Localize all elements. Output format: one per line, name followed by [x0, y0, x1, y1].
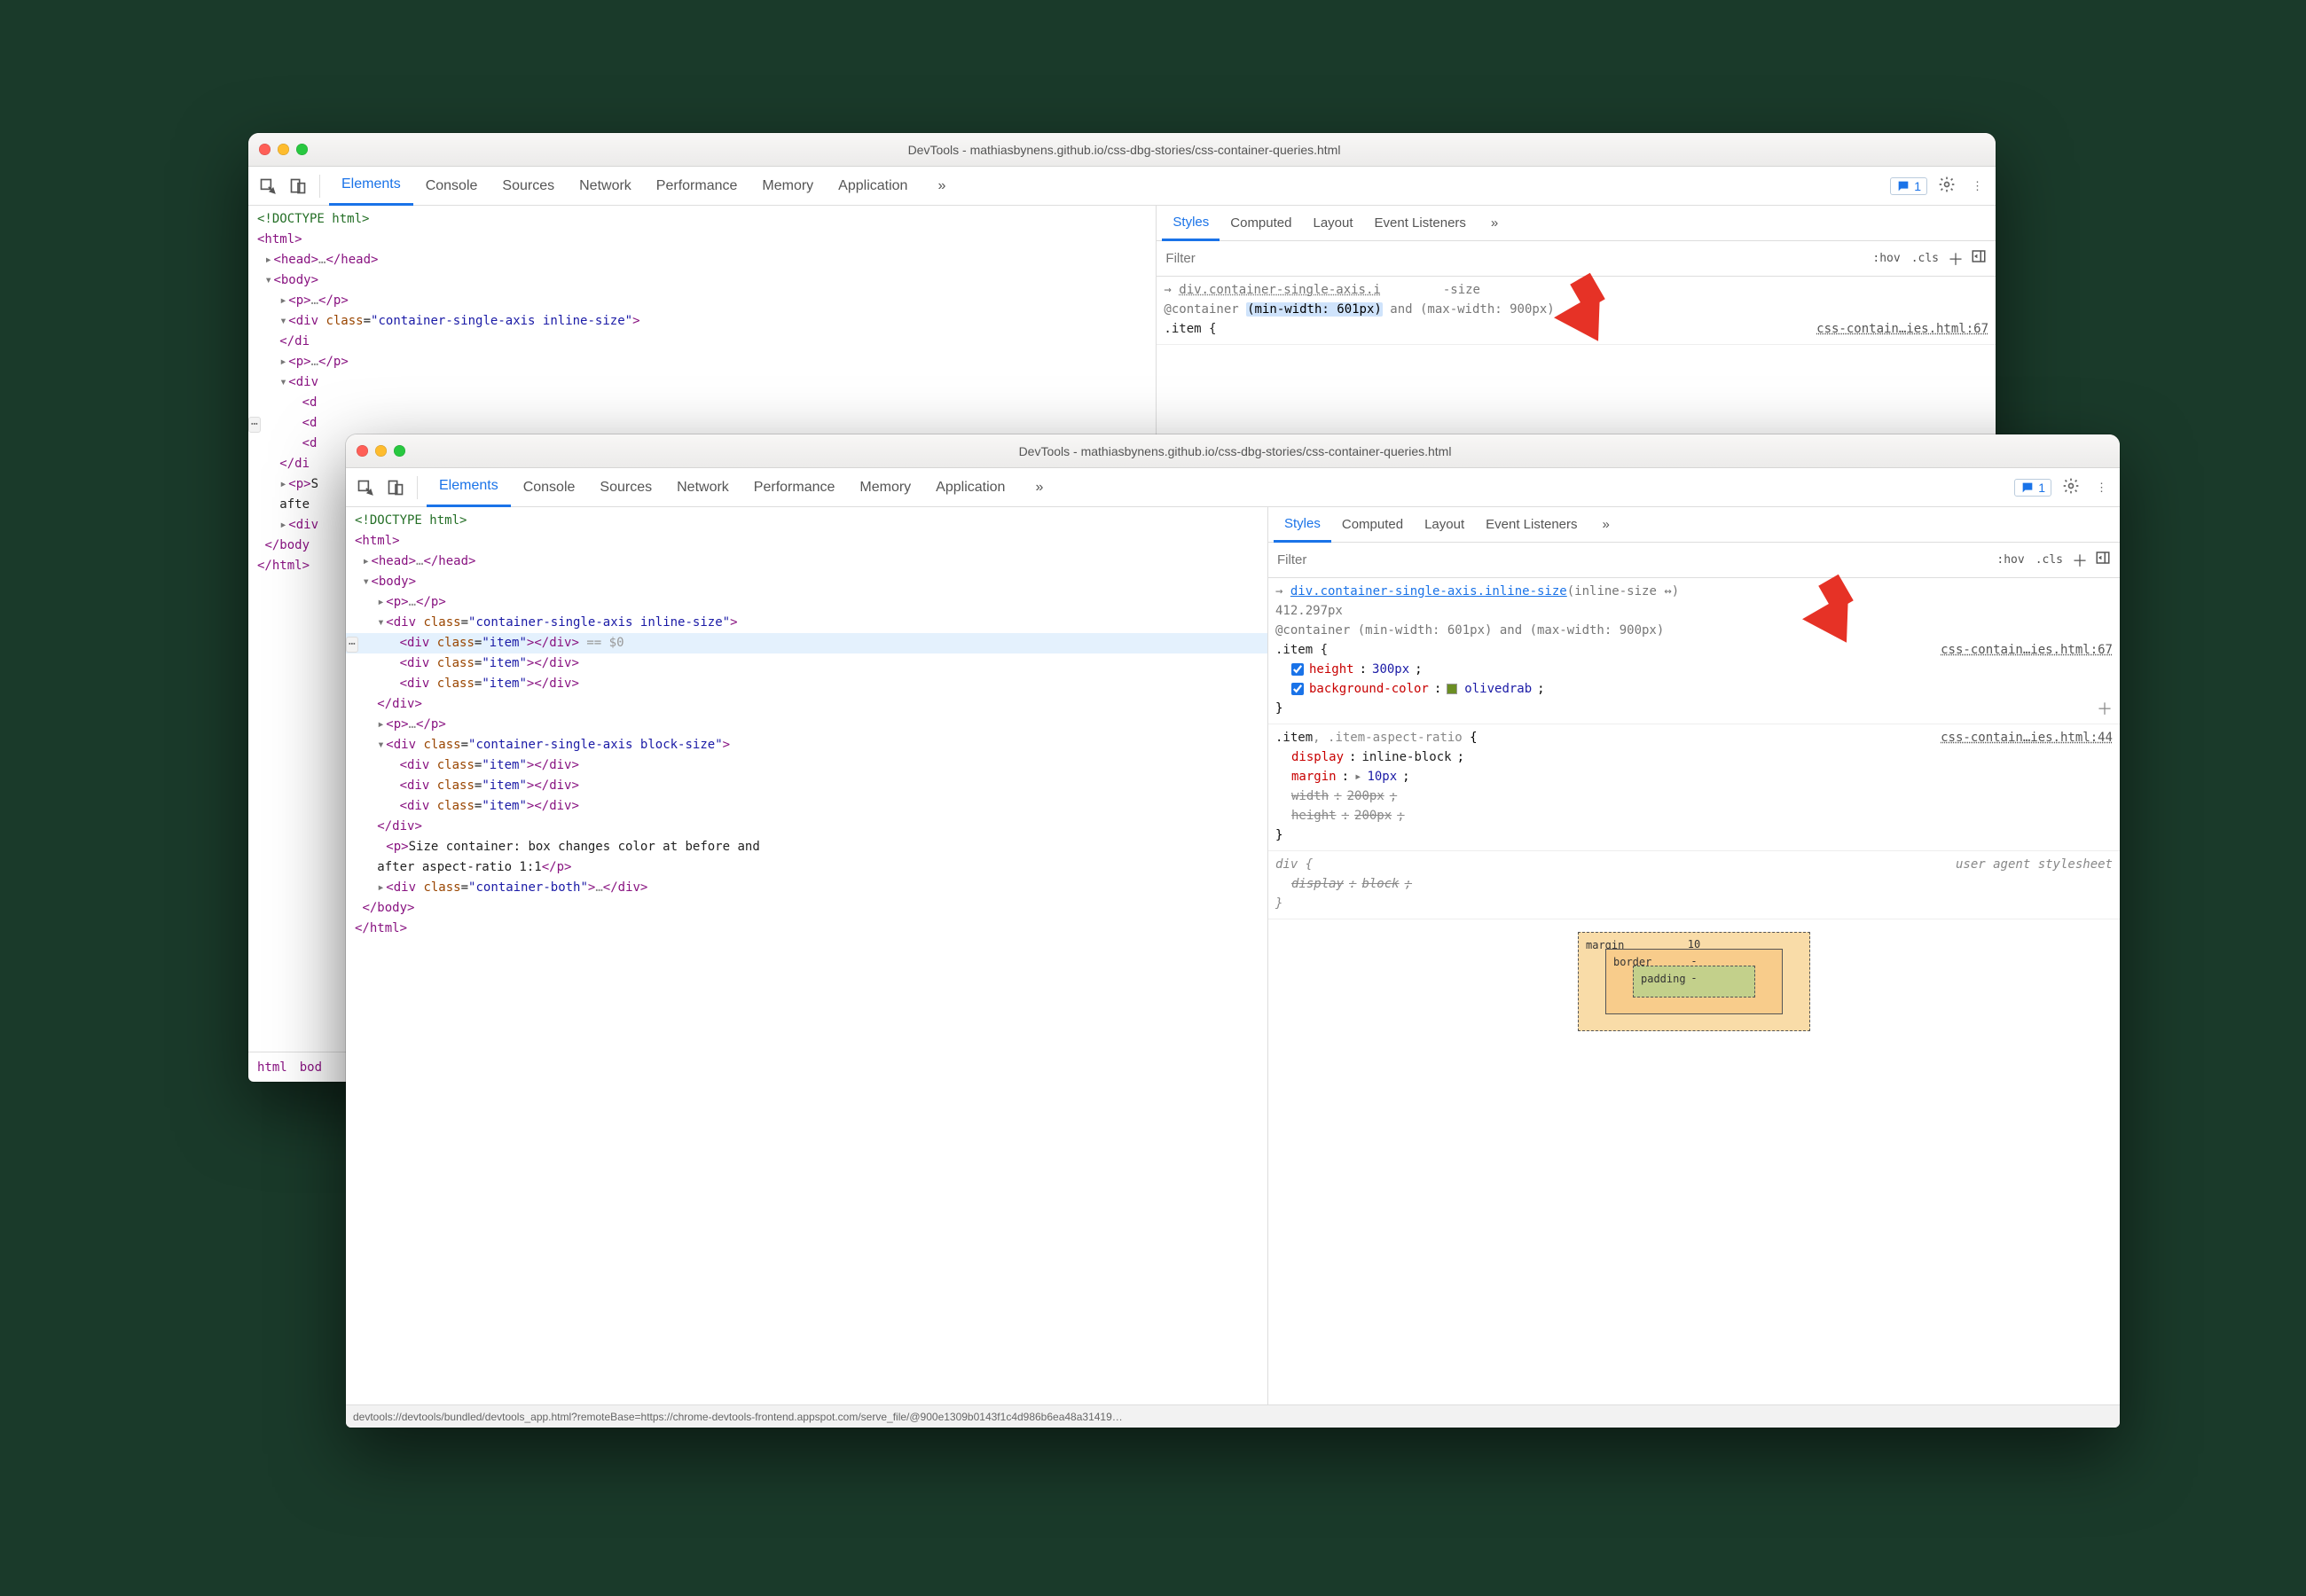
minimize-icon[interactable]	[278, 144, 289, 155]
subtabs-overflow[interactable]: »	[1592, 507, 1620, 543]
overridden-prop: width: 200px;	[1275, 786, 2113, 806]
messages-count: 1	[2038, 481, 2045, 495]
subtabs-overflow[interactable]: »	[1480, 206, 1509, 241]
window-title: DevTools - mathiasbynens.github.io/css-d…	[315, 143, 1933, 157]
traffic-lights	[357, 445, 405, 457]
new-rule-icon[interactable]: ＋	[1948, 247, 1964, 270]
subtab-layout[interactable]: Layout	[1302, 206, 1363, 241]
subtab-layout[interactable]: Layout	[1414, 507, 1475, 543]
cls-toggle[interactable]: .cls	[2034, 552, 2065, 568]
tab-elements[interactable]: Elements	[329, 167, 413, 206]
tab-elements[interactable]: Elements	[427, 468, 511, 507]
color-swatch-icon[interactable]	[1447, 684, 1457, 694]
tab-performance[interactable]: Performance	[644, 167, 750, 206]
crumb-body[interactable]: bod	[300, 1060, 322, 1075]
window-title: DevTools - mathiasbynens.github.io/css-d…	[412, 444, 2058, 458]
toggle-sidebar-icon[interactable]	[1971, 248, 1987, 269]
more-icon[interactable]: ⋮	[2090, 481, 2113, 495]
hov-toggle[interactable]: :hov	[1871, 250, 1902, 267]
tab-sources[interactable]: Sources	[587, 468, 664, 507]
close-icon[interactable]	[259, 144, 271, 155]
selected-element[interactable]: <div class="item"></div> == $0	[346, 633, 1267, 653]
filter-input[interactable]	[1165, 251, 1862, 266]
source-link[interactable]: css-contain…ies.html:67	[1941, 640, 2113, 660]
add-declaration-icon[interactable]: ＋	[2097, 700, 2113, 720]
tab-performance[interactable]: Performance	[741, 468, 848, 507]
close-icon[interactable]	[357, 445, 368, 457]
main-toolbar: ElementsConsoleSourcesNetworkPerformance…	[346, 468, 2120, 507]
traffic-lights	[259, 144, 308, 155]
panel-tabs: ElementsConsoleSourcesNetworkPerformance…	[329, 167, 920, 206]
subtab-computed[interactable]: Computed	[1331, 507, 1414, 543]
titlebar: DevTools - mathiasbynens.github.io/css-d…	[346, 434, 2120, 468]
tab-console[interactable]: Console	[413, 167, 490, 206]
minimize-icon[interactable]	[375, 445, 387, 457]
tabs-overflow[interactable]: »	[925, 167, 958, 206]
tab-network[interactable]: Network	[567, 167, 644, 206]
new-rule-icon[interactable]: ＋	[2072, 549, 2088, 572]
settings-icon[interactable]	[2057, 477, 2085, 497]
messages-badge[interactable]: 1	[2014, 479, 2051, 497]
tabs-overflow[interactable]: »	[1023, 468, 1055, 507]
zoom-icon[interactable]	[394, 445, 405, 457]
styles-pane[interactable]: → div.container-single-axis.inline-size(…	[1268, 578, 2120, 1404]
main-toolbar: ElementsConsoleSourcesNetworkPerformance…	[248, 167, 1996, 206]
resize-icon: ↔	[1664, 584, 1671, 598]
overridden-prop: height: 200px;	[1275, 806, 2113, 825]
prop-toggle[interactable]	[1291, 663, 1304, 676]
subtab-event-listeners[interactable]: Event Listeners	[1475, 507, 1588, 543]
device-icon[interactable]	[383, 475, 408, 500]
source-link[interactable]: css-contain…ies.html:67	[1816, 319, 1988, 339]
subtab-event-listeners[interactable]: Event Listeners	[1364, 206, 1477, 241]
bm-padding-top: -	[1690, 968, 1697, 988]
source-link[interactable]: css-contain…ies.html:44	[1941, 728, 2113, 747]
subtab-styles[interactable]: Styles	[1274, 507, 1331, 543]
messages-count: 1	[1914, 179, 1921, 193]
tab-application[interactable]: Application	[923, 468, 1017, 507]
annotation-arrow-icon	[1561, 301, 1614, 344]
overridden-prop: display: block;	[1275, 874, 2113, 894]
hov-toggle[interactable]: :hov	[1995, 552, 2026, 568]
gutter-ellipsis-icon[interactable]: ⋯	[346, 637, 358, 653]
subtab-computed[interactable]: Computed	[1220, 206, 1302, 241]
titlebar: DevTools - mathiasbynens.github.io/css-d…	[248, 133, 1996, 167]
status-bar: devtools://devtools/bundled/devtools_app…	[346, 1404, 2120, 1428]
zoom-icon[interactable]	[296, 144, 308, 155]
more-icon[interactable]: ⋮	[1966, 179, 1988, 193]
gutter-ellipsis-icon[interactable]: ⋯	[248, 417, 261, 433]
box-model[interactable]: margin 10 border - padding -	[1268, 919, 2120, 1031]
tab-sources[interactable]: Sources	[490, 167, 567, 206]
annotation-arrow-icon	[1809, 603, 1863, 645]
inspect-icon[interactable]	[353, 475, 378, 500]
bm-padding-label: padding	[1641, 969, 1686, 989]
tab-memory[interactable]: Memory	[847, 468, 923, 507]
styles-subtabs: StylesComputedLayoutEvent Listeners »	[1157, 206, 1996, 241]
panel-tabs: ElementsConsoleSourcesNetworkPerformance…	[427, 468, 1017, 507]
prop-toggle[interactable]	[1291, 683, 1304, 695]
toggle-sidebar-icon[interactable]	[2095, 550, 2111, 570]
settings-icon[interactable]	[1933, 176, 1961, 196]
messages-badge[interactable]: 1	[1890, 177, 1927, 195]
crumb-html[interactable]: html	[257, 1060, 287, 1075]
styles-subtabs: StylesComputedLayoutEvent Listeners »	[1268, 507, 2120, 543]
container-size: 412.297px	[1275, 601, 2113, 621]
cls-toggle[interactable]: .cls	[1910, 250, 1941, 267]
ua-stylesheet-label: user agent stylesheet	[1956, 855, 2113, 874]
filter-input[interactable]	[1277, 552, 1986, 567]
tab-network[interactable]: Network	[664, 468, 741, 507]
tab-application[interactable]: Application	[826, 167, 920, 206]
container-origin-link[interactable]: div.container-single-axis.inline-size	[1290, 584, 1567, 598]
subtab-styles[interactable]: Styles	[1162, 206, 1220, 241]
tab-memory[interactable]: Memory	[749, 167, 826, 206]
tab-console[interactable]: Console	[511, 468, 588, 507]
container-rule: @container (min-width: 601px) and (max-w…	[1275, 621, 2113, 640]
inspect-icon[interactable]	[255, 174, 280, 199]
filter-bar: :hov .cls ＋	[1268, 543, 2120, 578]
container-query-highlight: (min-width: 601px)	[1246, 302, 1383, 317]
elements-tree[interactable]: ⋯ <!DOCTYPE html> <html> ▸<head>…</head>…	[346, 507, 1267, 1404]
filter-bar: :hov .cls ＋	[1157, 241, 1996, 277]
device-icon[interactable]	[286, 174, 310, 199]
